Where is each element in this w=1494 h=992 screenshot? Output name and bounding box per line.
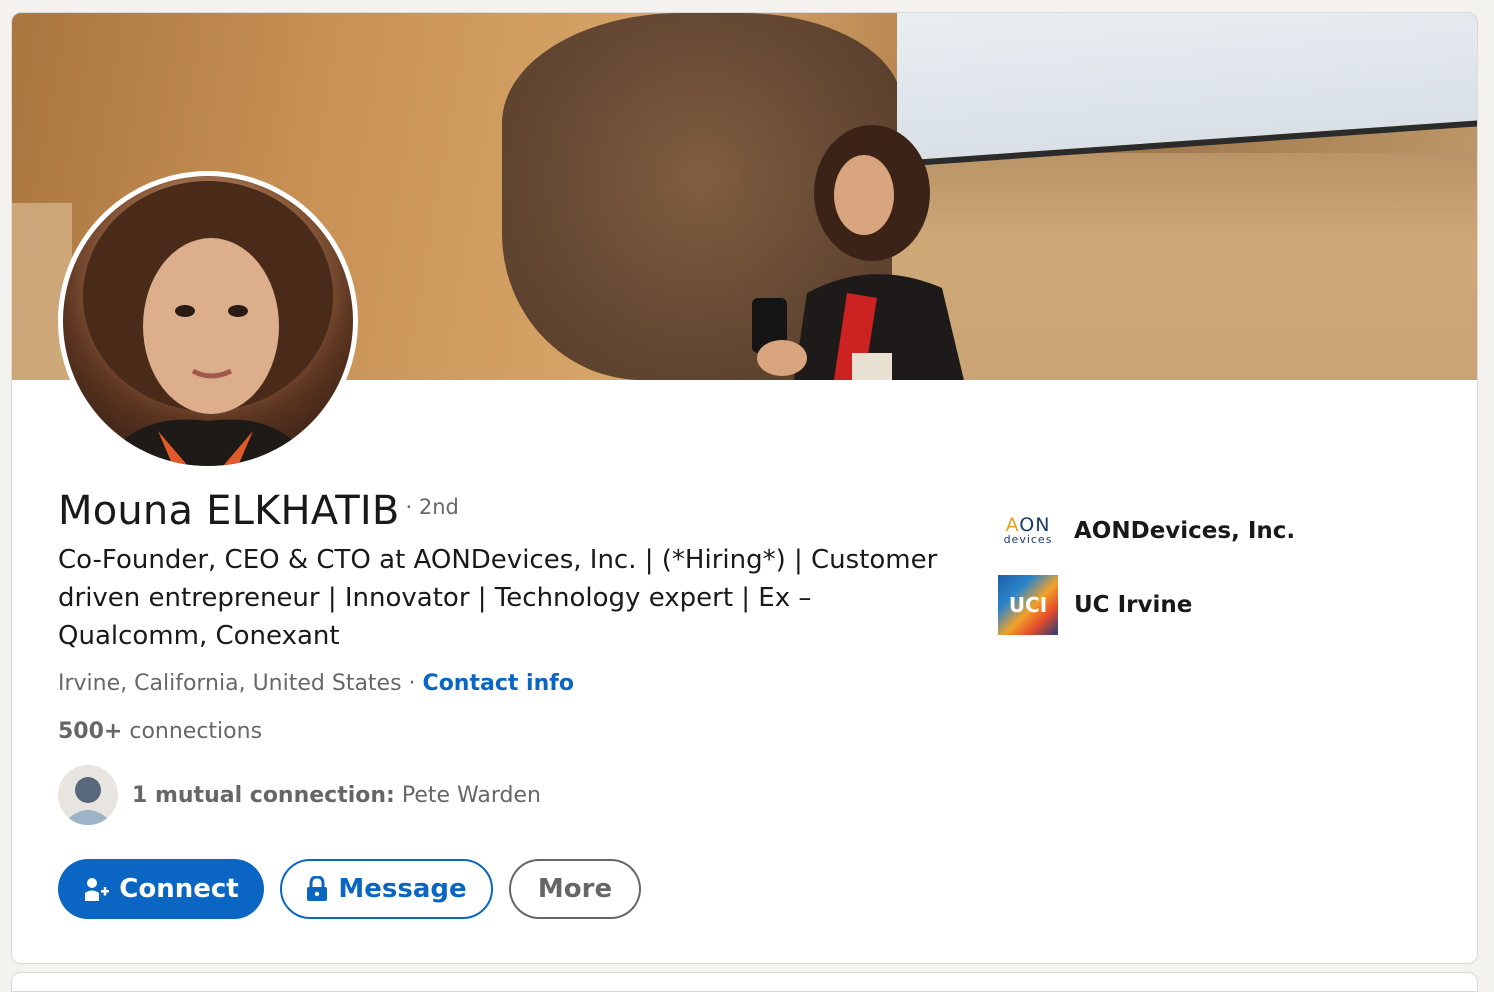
school-name: UC Irvine <box>1074 592 1193 618</box>
person-placeholder-icon <box>62 777 114 825</box>
next-card-edge <box>11 972 1478 992</box>
company-logo-subtext: devices <box>1003 533 1053 546</box>
mutual-connection-name: Pete Warden <box>394 782 541 808</box>
banner-speaker-figure <box>752 125 964 380</box>
connect-button[interactable]: Connect <box>58 859 264 919</box>
education-school[interactable]: UCI UC Irvine <box>998 575 1295 635</box>
mutual-connection-avatar <box>58 765 118 825</box>
company-logo: AON devices <box>998 501 1058 561</box>
profile-photo[interactable] <box>58 171 358 471</box>
connect-button-label: Connect <box>119 874 239 904</box>
school-logo-text: UCI <box>1008 593 1048 617</box>
current-company[interactable]: AON devices AONDevices, Inc. <box>998 501 1295 561</box>
mutual-connections[interactable]: 1 mutual connection: Pete Warden <box>58 765 541 825</box>
add-person-icon <box>83 876 110 902</box>
more-button-label: More <box>537 874 613 904</box>
company-name: AONDevices, Inc. <box>1074 518 1296 544</box>
profile-card: Mouna ELKHATIB · 2nd Co-Founder, CEO & C… <box>11 12 1478 964</box>
mutual-connection-text: 1 mutual connection: Pete Warden <box>132 783 541 808</box>
profile-name: Mouna ELKHATIB <box>58 488 400 534</box>
connections-link[interactable]: 500+ connections <box>58 719 262 744</box>
message-button[interactable]: Message <box>280 859 493 919</box>
mutual-connection-count: 1 mutual connection: <box>132 782 395 808</box>
profile-headline: Co-Founder, CEO & CTO at AONDevices, Inc… <box>58 545 938 651</box>
location-separator: · <box>401 671 423 696</box>
school-logo: UCI <box>998 575 1058 635</box>
profile-location: Irvine, California, United States <box>58 671 402 696</box>
profile-actions: Connect Message More <box>58 859 641 919</box>
contact-info-link[interactable]: Contact info <box>423 671 574 696</box>
profile-photo-art <box>83 181 333 466</box>
connections-label: connections <box>122 719 263 744</box>
message-button-label: Message <box>338 874 467 904</box>
more-button[interactable]: More <box>509 859 641 919</box>
company-logo-wordmark: AON <box>1005 514 1051 536</box>
profile-photo-image <box>63 176 353 466</box>
connection-degree: · 2nd <box>405 495 459 519</box>
connections-count: 500+ <box>58 719 123 744</box>
banner-projector-screen <box>897 13 1477 167</box>
profile-name-row: Mouna ELKHATIB · 2nd <box>58 488 459 534</box>
lock-icon <box>306 876 328 902</box>
location-row: Irvine, California, United States · Cont… <box>58 671 574 696</box>
profile-side-info: AON devices AONDevices, Inc. UCI UC Irvi… <box>998 501 1295 649</box>
